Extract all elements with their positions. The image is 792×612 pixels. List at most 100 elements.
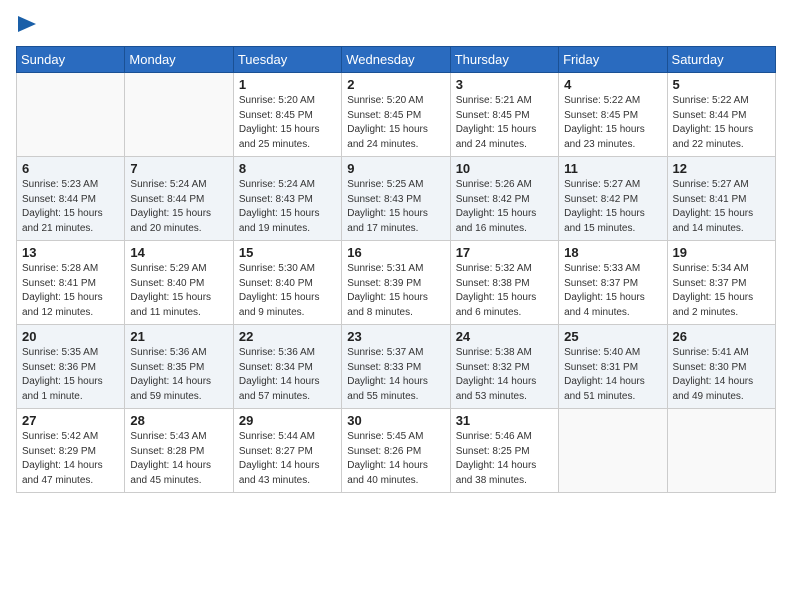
calendar-cell: 30Sunrise: 5:45 AM Sunset: 8:26 PM Dayli… [342, 409, 450, 493]
day-detail: Sunrise: 5:46 AM Sunset: 8:25 PM Dayligh… [456, 430, 553, 488]
day-detail: Sunrise: 5:23 AM Sunset: 8:44 PM Dayligh… [22, 178, 119, 236]
calendar-cell: 27 Sunrise: 5:42 AM Sunset: 8:29 PM Dayli… [17, 409, 125, 493]
day-detail: Sunrise: 5:32 AM Sunset: 8:38 PM Dayligh… [456, 262, 553, 320]
calendar-week-row: 1Sunrise: 5:20 AM Sunset: 8:45 PM Daylig… [17, 73, 776, 157]
calendar-cell: 22 Sunrise: 5:36 AM Sunset: 8:34 PM Dayli… [233, 325, 341, 409]
day-number: 10 [456, 161, 553, 176]
calendar-cell: 19Sunrise: 5:34 AM Sunset: 8:37 PM Dayli… [667, 241, 775, 325]
day-number: 22 [239, 329, 336, 344]
day-number: 27 [22, 413, 119, 428]
calendar-header-row: SundayMondayTuesdayWednesdayThursdayFrid… [17, 47, 776, 73]
calendar-cell: 7Sunrise: 5:24 AM Sunset: 8:44 PM Daylig… [125, 157, 233, 241]
calendar-cell [125, 73, 233, 157]
calendar-cell: 29 Sunrise: 5:44 AM Sunset: 8:27 PM Dayli… [233, 409, 341, 493]
calendar-cell [559, 409, 667, 493]
calendar-week-row: 20 Sunrise: 5:35 AM Sunset: 8:36 PM Dayli… [17, 325, 776, 409]
day-detail: Sunrise: 5:20 AM Sunset: 8:45 PM Dayligh… [347, 94, 444, 152]
day-number: 28 [130, 413, 227, 428]
day-number: 15 [239, 245, 336, 260]
calendar-cell: 15 Sunrise: 5:30 AM Sunset: 8:40 PM Dayli… [233, 241, 341, 325]
page-header [16, 16, 776, 38]
calendar-day-header: Monday [125, 47, 233, 73]
day-detail: Sunrise: 5:45 AM Sunset: 8:26 PM Dayligh… [347, 430, 444, 488]
day-detail: Sunrise: 5:22 AM Sunset: 8:44 PM Dayligh… [673, 94, 770, 152]
calendar-day-header: Saturday [667, 47, 775, 73]
calendar-day-header: Wednesday [342, 47, 450, 73]
day-number: 8 [239, 161, 336, 176]
day-detail: Sunrise: 5:22 AM Sunset: 8:45 PM Dayligh… [564, 94, 661, 152]
day-detail: Sunrise: 5:36 AM Sunset: 8:34 PM Dayligh… [239, 346, 336, 404]
day-number: 4 [564, 77, 661, 92]
calendar-day-header: Thursday [450, 47, 558, 73]
day-detail: Sunrise: 5:44 AM Sunset: 8:27 PM Dayligh… [239, 430, 336, 488]
calendar-cell: 16 Sunrise: 5:31 AM Sunset: 8:39 PM Dayli… [342, 241, 450, 325]
day-detail: Sunrise: 5:36 AM Sunset: 8:35 PM Dayligh… [130, 346, 227, 404]
calendar-cell: 10 Sunrise: 5:26 AM Sunset: 8:42 PM Dayli… [450, 157, 558, 241]
calendar-cell: 17 Sunrise: 5:32 AM Sunset: 8:38 PM Dayli… [450, 241, 558, 325]
day-number: 23 [347, 329, 444, 344]
calendar-cell: 28 Sunrise: 5:43 AM Sunset: 8:28 PM Dayli… [125, 409, 233, 493]
calendar-cell: 5 Sunrise: 5:22 AM Sunset: 8:44 PM Daylig… [667, 73, 775, 157]
calendar-cell: 11 Sunrise: 5:27 AM Sunset: 8:42 PM Dayli… [559, 157, 667, 241]
logo-flag-icon [18, 16, 36, 38]
day-detail: Sunrise: 5:43 AM Sunset: 8:28 PM Dayligh… [130, 430, 227, 488]
day-number: 3 [456, 77, 553, 92]
day-detail: Sunrise: 5:24 AM Sunset: 8:43 PM Dayligh… [239, 178, 336, 236]
day-detail: Sunrise: 5:26 AM Sunset: 8:42 PM Dayligh… [456, 178, 553, 236]
calendar-week-row: 13 Sunrise: 5:28 AM Sunset: 8:41 PM Dayli… [17, 241, 776, 325]
day-detail: Sunrise: 5:24 AM Sunset: 8:44 PM Dayligh… [130, 178, 227, 236]
day-number: 20 [22, 329, 119, 344]
logo [16, 16, 36, 38]
day-number: 16 [347, 245, 444, 260]
calendar-day-header: Friday [559, 47, 667, 73]
day-number: 18 [564, 245, 661, 260]
calendar-cell: 1Sunrise: 5:20 AM Sunset: 8:45 PM Daylig… [233, 73, 341, 157]
day-number: 2 [347, 77, 444, 92]
day-detail: Sunrise: 5:38 AM Sunset: 8:32 PM Dayligh… [456, 346, 553, 404]
day-number: 9 [347, 161, 444, 176]
day-detail: Sunrise: 5:30 AM Sunset: 8:40 PM Dayligh… [239, 262, 336, 320]
day-detail: Sunrise: 5:27 AM Sunset: 8:42 PM Dayligh… [564, 178, 661, 236]
calendar-cell: 21 Sunrise: 5:36 AM Sunset: 8:35 PM Dayli… [125, 325, 233, 409]
day-number: 5 [673, 77, 770, 92]
day-detail: Sunrise: 5:28 AM Sunset: 8:41 PM Dayligh… [22, 262, 119, 320]
day-number: 21 [130, 329, 227, 344]
day-number: 25 [564, 329, 661, 344]
day-number: 11 [564, 161, 661, 176]
day-number: 6 [22, 161, 119, 176]
day-detail: Sunrise: 5:37 AM Sunset: 8:33 PM Dayligh… [347, 346, 444, 404]
calendar-cell: 20 Sunrise: 5:35 AM Sunset: 8:36 PM Dayli… [17, 325, 125, 409]
day-detail: Sunrise: 5:41 AM Sunset: 8:30 PM Dayligh… [673, 346, 770, 404]
day-detail: Sunrise: 5:40 AM Sunset: 8:31 PM Dayligh… [564, 346, 661, 404]
day-detail: Sunrise: 5:21 AM Sunset: 8:45 PM Dayligh… [456, 94, 553, 152]
day-number: 19 [673, 245, 770, 260]
calendar-cell: 6 Sunrise: 5:23 AM Sunset: 8:44 PM Daylig… [17, 157, 125, 241]
day-number: 12 [673, 161, 770, 176]
calendar-cell: 14Sunrise: 5:29 AM Sunset: 8:40 PM Dayli… [125, 241, 233, 325]
calendar-cell: 24Sunrise: 5:38 AM Sunset: 8:32 PM Dayli… [450, 325, 558, 409]
calendar-day-header: Tuesday [233, 47, 341, 73]
calendar-day-header: Sunday [17, 47, 125, 73]
day-number: 14 [130, 245, 227, 260]
calendar-cell [667, 409, 775, 493]
calendar-cell: 13 Sunrise: 5:28 AM Sunset: 8:41 PM Dayli… [17, 241, 125, 325]
day-detail: Sunrise: 5:25 AM Sunset: 8:43 PM Dayligh… [347, 178, 444, 236]
day-number: 29 [239, 413, 336, 428]
day-detail: Sunrise: 5:31 AM Sunset: 8:39 PM Dayligh… [347, 262, 444, 320]
day-number: 17 [456, 245, 553, 260]
day-number: 31 [456, 413, 553, 428]
day-number: 13 [22, 245, 119, 260]
calendar-cell: 26 Sunrise: 5:41 AM Sunset: 8:30 PM Dayli… [667, 325, 775, 409]
day-detail: Sunrise: 5:42 AM Sunset: 8:29 PM Dayligh… [22, 430, 119, 488]
calendar-cell: 2 Sunrise: 5:20 AM Sunset: 8:45 PM Daylig… [342, 73, 450, 157]
calendar-cell: 18Sunrise: 5:33 AM Sunset: 8:37 PM Dayli… [559, 241, 667, 325]
day-detail: Sunrise: 5:35 AM Sunset: 8:36 PM Dayligh… [22, 346, 119, 404]
calendar-cell: 3 Sunrise: 5:21 AM Sunset: 8:45 PM Daylig… [450, 73, 558, 157]
day-number: 26 [673, 329, 770, 344]
calendar-week-row: 6 Sunrise: 5:23 AM Sunset: 8:44 PM Daylig… [17, 157, 776, 241]
calendar-cell: 9 Sunrise: 5:25 AM Sunset: 8:43 PM Daylig… [342, 157, 450, 241]
calendar-cell: 12 Sunrise: 5:27 AM Sunset: 8:41 PM Dayli… [667, 157, 775, 241]
day-detail: Sunrise: 5:27 AM Sunset: 8:41 PM Dayligh… [673, 178, 770, 236]
calendar-cell: 8 Sunrise: 5:24 AM Sunset: 8:43 PM Daylig… [233, 157, 341, 241]
calendar-cell [17, 73, 125, 157]
